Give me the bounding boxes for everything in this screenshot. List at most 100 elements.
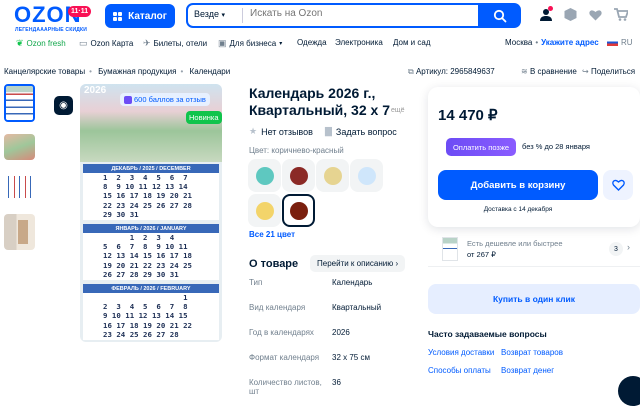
spec-value: 32 x 75 см xyxy=(332,353,370,362)
message-icon: ▇ xyxy=(325,126,332,136)
gallery-thumb[interactable] xyxy=(4,134,35,160)
chevron-down-icon: ▾ xyxy=(279,41,283,47)
divider xyxy=(242,8,243,23)
catalog-label: Каталог xyxy=(128,10,167,22)
color-swatch[interactable] xyxy=(248,159,281,192)
breadcrumb: Канцелярские товары • Бумажная продукция •… xyxy=(4,67,231,76)
nav-business[interactable]: ▣ Для бизнеса ▾ xyxy=(218,38,282,49)
gallery-thumb[interactable] xyxy=(4,176,35,198)
color-swatch[interactable] xyxy=(282,159,315,192)
catalog-button[interactable]: Каталог xyxy=(105,4,175,28)
city-selector[interactable]: Москва • Укажите адрес xyxy=(505,38,599,47)
compare-icon: ≋ xyxy=(521,67,528,76)
copy-icon: ⧉ xyxy=(408,67,414,76)
nav-ozon-card[interactable]: ▭ Ozon Карта xyxy=(79,38,133,49)
cheaper-price: от 267 ₽ xyxy=(467,250,496,259)
faq-link[interactable]: Возврат товаров xyxy=(501,348,563,357)
week-row: 22 23 24 25 26 27 28 xyxy=(103,200,192,210)
logo-badge: 11·11 xyxy=(68,6,92,17)
ask-question-link[interactable]: ▇ Задать вопрос xyxy=(325,126,397,137)
product-title: Календарь 2026 г., Квартальный, 32 х 7 xyxy=(249,85,390,118)
share-link[interactable]: ↪ Поделиться xyxy=(582,67,635,76)
article-number[interactable]: ⧉ Артикул: 2965849637 xyxy=(408,67,495,77)
search-icon xyxy=(493,9,506,22)
color-swatch[interactable] xyxy=(282,194,315,227)
nav-ozon-fresh[interactable]: ❦ Ozon fresh xyxy=(16,38,66,49)
add-favorite-button[interactable] xyxy=(603,170,633,200)
profile-icon[interactable] xyxy=(540,6,554,22)
month-title: ЯНВАРЬ / 2026 / JANUARY xyxy=(83,224,219,233)
add-to-cart-button[interactable]: Добавить в корзину xyxy=(438,170,598,200)
month-title: ФЕВРАЛЬ / 2026 / FEBRUARY xyxy=(83,284,219,293)
star-icon: ★ xyxy=(249,126,258,136)
color-swatch[interactable] xyxy=(350,159,383,192)
faq-link[interactable]: Возврат денег xyxy=(501,366,554,375)
buy-one-click-button[interactable]: Купить в один клик xyxy=(428,284,640,314)
faq-link[interactable]: Способы оплаты xyxy=(428,366,491,375)
nav-home-garden[interactable]: Дом и сад xyxy=(393,38,431,47)
week-row: 16 17 18 19 20 21 22 xyxy=(103,320,192,330)
card-icon: ▭ xyxy=(79,38,88,48)
chevron-down-icon: ▾ xyxy=(221,12,226,19)
faq-title: Часто задаваемые вопросы xyxy=(428,329,547,339)
calendar-month: ДЕКАБРЬ / 2025 / DECEMBER 1 2 3 4 5 6 78 … xyxy=(83,164,219,220)
favorites-icon[interactable] xyxy=(589,8,603,22)
logo-subtitle: ЛЕГЕНДАААРНЫЕ СКИДКИ xyxy=(15,27,88,33)
nav-electronics[interactable]: Электроника xyxy=(335,38,383,47)
cheaper-title: Есть дешевле или быстрее xyxy=(467,239,563,248)
week-row: 26 27 28 29 30 31 xyxy=(103,269,179,279)
nav-tickets[interactable]: ✈ Билеты, отели xyxy=(143,38,207,49)
heart-icon xyxy=(611,179,625,191)
image-search-button[interactable]: ◉ xyxy=(54,96,73,115)
breadcrumb-item[interactable]: Бумажная продукция xyxy=(98,67,176,76)
spec-name: Формат календаря xyxy=(249,353,320,362)
color-swatch[interactable] xyxy=(316,159,349,192)
calendar-month: ФЕВРАЛЬ / 2026 / FEBRUARY 12 3 4 5 6 7 8… xyxy=(83,284,219,340)
month-title: ДЕКАБРЬ / 2025 / DECEMBER xyxy=(83,164,219,173)
cart-icon[interactable] xyxy=(614,8,630,22)
spec-value: Квартальный xyxy=(332,303,382,312)
camera-search-icon: ◉ xyxy=(59,100,68,111)
week-row: 15 16 17 18 19 20 21 xyxy=(103,191,192,201)
flag-ru-icon xyxy=(607,39,618,46)
spec-name: Тип xyxy=(249,278,263,287)
color-swatch[interactable] xyxy=(248,194,281,227)
breadcrumb-item[interactable]: Календари xyxy=(190,67,231,76)
breadcrumb-item[interactable]: Канцелярские товары xyxy=(4,67,85,76)
offers-count: 3 xyxy=(609,242,623,256)
week-row: 8 9 10 11 12 13 14 xyxy=(103,182,188,192)
chat-support-button[interactable] xyxy=(618,376,640,406)
plane-icon: ✈ xyxy=(143,38,151,48)
compare-link[interactable]: ≋ В сравнение xyxy=(521,67,577,76)
to-description-button[interactable]: Перейти к описанию › xyxy=(310,255,406,272)
spec-name: Вид календаря xyxy=(249,303,306,312)
search-scope-select[interactable]: Везде ▾ xyxy=(194,9,225,19)
week-row: 1 2 3 4 5 6 7 xyxy=(103,173,188,182)
gallery-thumb[interactable] xyxy=(4,84,35,122)
week-row: 5 6 7 8 9 10 11 xyxy=(103,242,188,252)
ozon-logo[interactable]: OZON 11·11 ЛЕГЕНДАААРНЫЕ СКИДКИ xyxy=(10,2,94,33)
calendar-month: ЯНВАРЬ / 2026 / JANUARY 1 2 3 45 6 7 8 9… xyxy=(83,224,219,280)
gallery-thumb[interactable] xyxy=(4,214,35,250)
week-row: 2 3 4 5 6 7 8 xyxy=(103,302,188,312)
points-icon xyxy=(124,95,132,104)
week-row: 9 10 11 12 13 14 15 xyxy=(103,311,188,321)
all-colors-link[interactable]: Все 21 цвет xyxy=(249,230,295,239)
cheaper-offers[interactable]: Есть дешевле или быстрее от 267 ₽ 3 › xyxy=(428,233,640,267)
faq-link[interactable]: Условия доставки xyxy=(428,348,494,357)
delivery-date: Доставка с 14 декабря xyxy=(483,206,553,213)
nav-clothes[interactable]: Одежда xyxy=(297,38,327,47)
search-button[interactable] xyxy=(478,3,521,28)
language-selector[interactable]: RU xyxy=(607,38,633,47)
points-badge[interactable]: 600 баллов за отзыв xyxy=(120,93,210,106)
spec-value: 2026 xyxy=(332,328,350,337)
briefcase-icon: ▣ xyxy=(218,38,227,48)
grid-icon xyxy=(113,11,123,21)
spec-name: Год в календарях xyxy=(249,328,314,337)
pay-later-button[interactable]: Оплатить позже xyxy=(446,138,516,156)
orders-icon[interactable] xyxy=(564,8,578,22)
reviews-summary[interactable]: ★ Нет отзывов xyxy=(249,126,313,137)
search-input[interactable] xyxy=(250,8,450,19)
title-more-link[interactable]: ещё xyxy=(391,107,405,114)
search-bar[interactable]: Везде ▾ xyxy=(186,3,519,28)
